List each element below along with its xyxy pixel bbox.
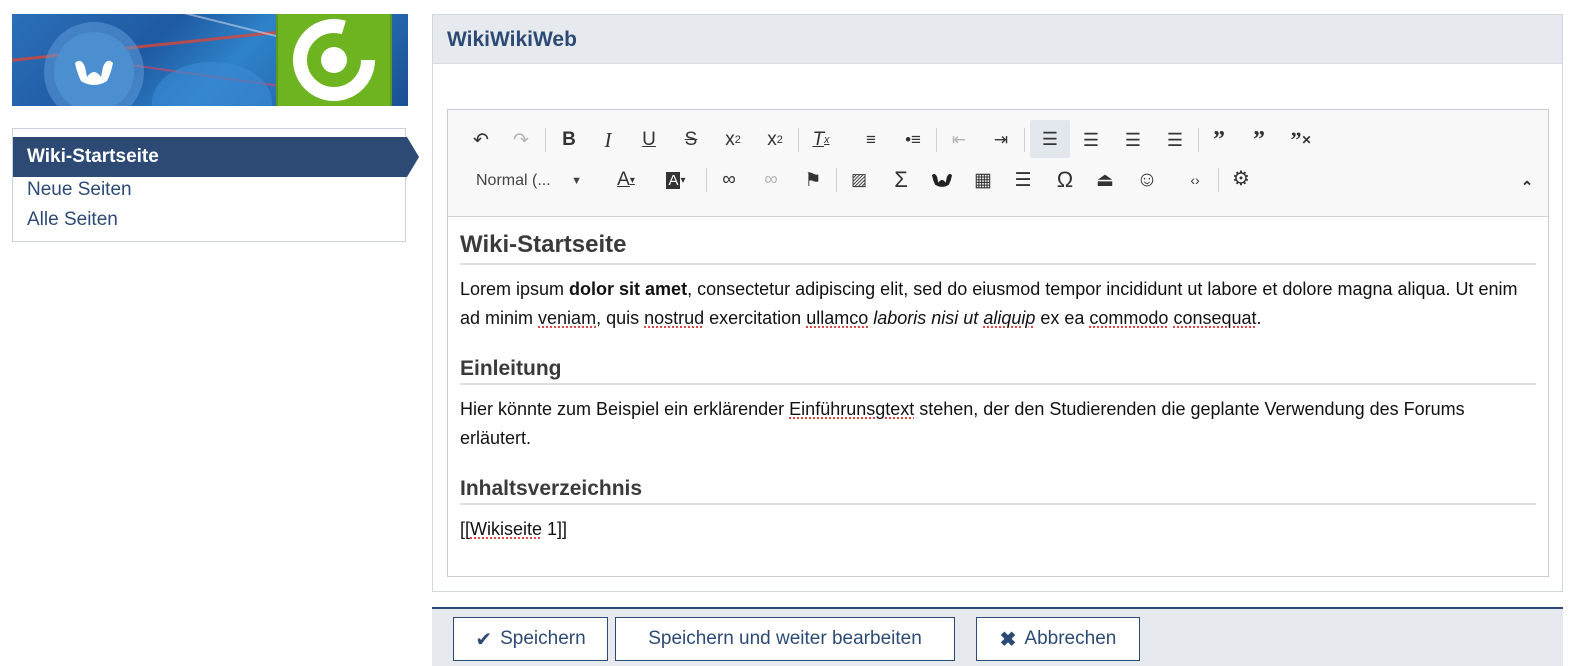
save-continue-button[interactable]: Speichern und weiter bearbeiten xyxy=(615,617,955,661)
viking-helmet-logo-icon xyxy=(54,32,134,106)
justify-icon[interactable]: ☰ xyxy=(1160,125,1190,155)
numbered-list-icon[interactable]: ≡ xyxy=(856,125,886,155)
underline-icon[interactable]: U xyxy=(634,125,664,155)
horizontal-rule-icon[interactable]: ☰ xyxy=(1008,165,1038,195)
panel-title: WikiWikiWeb xyxy=(433,15,1562,64)
remove-format-icon[interactable]: Tx xyxy=(806,125,836,155)
align-right-icon[interactable]: ☰ xyxy=(1118,125,1148,155)
format-select[interactable]: Normal (... ▼ xyxy=(466,166,590,196)
page-break-icon[interactable]: ⏏ xyxy=(1090,165,1120,195)
chevron-down-icon: ▼ xyxy=(571,175,582,187)
editor-toolbar: ↶ ↷ B I U S x2 x2 Tx ≡ •≡ ⇤ ⇥ ☰ ☰ ☰ ☰ ” … xyxy=(448,110,1548,217)
indent-icon[interactable]: ⇥ xyxy=(986,125,1016,155)
content-subheading-einleitung: Einleitung xyxy=(460,355,1536,385)
save-continue-button-label: Speichern und weiter bearbeiten xyxy=(648,628,922,649)
content-heading: Wiki-Startseite xyxy=(460,227,1536,265)
strike-icon[interactable]: S xyxy=(676,125,706,155)
text-color-icon[interactable]: A ▾ xyxy=(608,165,644,195)
sidebar-item-wiki-startseite[interactable]: Wiki-Startseite xyxy=(13,137,419,177)
redo-icon[interactable]: ↷ xyxy=(506,125,536,155)
settings-gears-icon[interactable]: ⚙ xyxy=(1226,163,1256,193)
sigma-icon[interactable]: Σ xyxy=(886,165,916,195)
sidebar-nav: Wiki-Startseite Neue Seiten Alle Seiten xyxy=(12,128,419,242)
save-button[interactable]: ✔ Speichern xyxy=(453,617,608,661)
smiley-icon[interactable]: ☺ xyxy=(1132,165,1162,195)
omega-icon[interactable]: Ω xyxy=(1050,165,1080,195)
form-footer: ✔ Speichern Speichern und weiter bearbei… xyxy=(432,607,1563,666)
align-left-icon[interactable]: ☰ xyxy=(1030,120,1070,158)
blockquote-remove-icon[interactable]: ” ✕ xyxy=(1286,125,1316,155)
table-icon[interactable]: ▦ xyxy=(968,165,998,195)
collapse-toolbar-icon[interactable]: ⌃ xyxy=(1512,172,1542,202)
ilias-logo xyxy=(276,14,392,106)
cancel-button[interactable]: ✖ Abbrechen xyxy=(976,617,1140,661)
blockquote-split-icon[interactable]: ” xyxy=(1244,125,1274,155)
anchor-flag-icon[interactable]: ⚑ xyxy=(798,165,828,195)
ilias-logo-icon[interactable] xyxy=(926,165,958,195)
content-paragraph-2: Hier könnte zum Beispiel ein erklärender… xyxy=(460,399,1465,448)
italic-icon[interactable]: I xyxy=(593,125,623,155)
sidebar-item-alle-seiten[interactable]: Alle Seiten xyxy=(27,209,118,231)
image-icon[interactable]: ▨ xyxy=(844,165,874,195)
superscript-icon[interactable]: x2 xyxy=(760,125,790,155)
content-paragraph-1: Lorem ipsum dolor sit amet, consectetur … xyxy=(460,279,1518,328)
outdent-icon[interactable]: ⇤ xyxy=(944,125,974,155)
link-icon[interactable]: ∞ xyxy=(714,165,744,195)
rich-text-editor: ↶ ↷ B I U S x2 x2 Tx ≡ •≡ ⇤ ⇥ ☰ ☰ ☰ ☰ ” … xyxy=(447,109,1549,577)
content-paragraph-3: [[Wikiseite 1]] xyxy=(460,519,568,539)
unlink-icon[interactable]: ∞ xyxy=(756,165,786,195)
bulleted-list-icon[interactable]: •≡ xyxy=(898,125,928,155)
subscript-icon[interactable]: x2 xyxy=(718,125,748,155)
save-button-label: Speichern xyxy=(500,628,586,649)
undo-icon[interactable]: ↶ xyxy=(466,125,496,155)
editor-content[interactable]: Wiki-Startseite Lorem ipsum dolor sit am… xyxy=(448,217,1548,554)
source-icon[interactable]: ‹› xyxy=(1180,165,1210,195)
header-banner xyxy=(12,14,408,106)
cancel-button-label: Abbrechen xyxy=(1024,628,1117,649)
align-center-icon[interactable]: ☰ xyxy=(1076,125,1106,155)
checkmark-icon: ✔ xyxy=(475,628,493,651)
blockquote-icon[interactable]: ” xyxy=(1204,125,1234,155)
close-icon: ✖ xyxy=(999,628,1017,651)
wiki-panel: WikiWikiWeb ↶ ↷ B I U S x2 x2 Tx ≡ •≡ ⇤ … xyxy=(432,14,1563,592)
background-color-icon[interactable]: A ▾ xyxy=(658,165,694,195)
format-select-value: Normal (... xyxy=(476,172,551,189)
bold-icon[interactable]: B xyxy=(554,125,584,155)
sidebar-item-neue-seiten[interactable]: Neue Seiten xyxy=(27,179,132,201)
content-subheading-inhaltsverzeichnis: Inhaltsverzeichnis xyxy=(460,475,1536,505)
